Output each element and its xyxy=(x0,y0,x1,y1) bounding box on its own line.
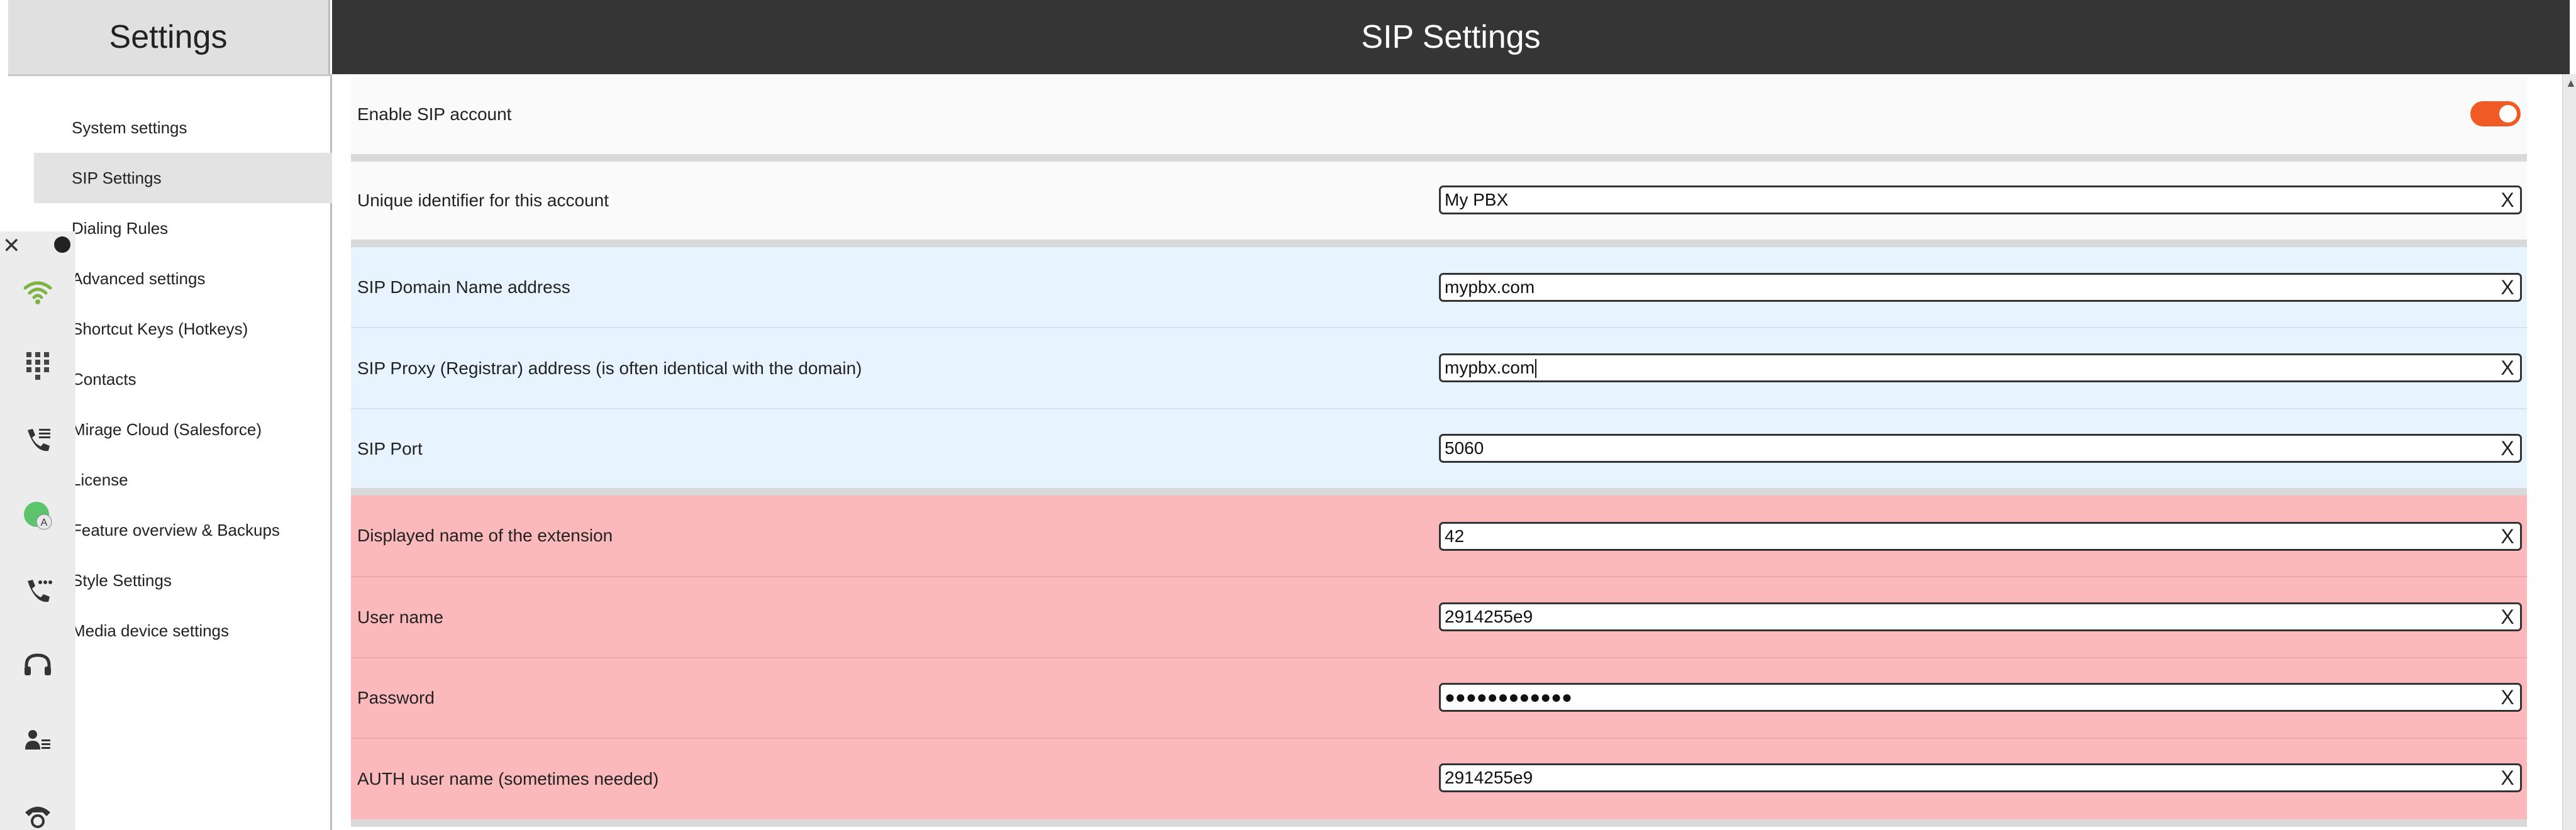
enable-sip-row: Enable SIP account xyxy=(351,74,2527,154)
clear-icon[interactable]: X xyxy=(2495,525,2520,548)
sip-proxy-label: SIP Proxy (Registrar) address (is often … xyxy=(357,358,862,378)
sip-domain-input[interactable]: mypbx.com X xyxy=(1439,273,2522,302)
clear-icon[interactable]: X xyxy=(2495,357,2520,380)
sip-proxy-value: mypbx.com xyxy=(1445,357,1535,377)
nav-item-media-device-settings[interactable]: Media device settings xyxy=(34,606,332,656)
displayed-name-value: 42 xyxy=(1445,526,1465,546)
toggle-knob xyxy=(2499,105,2517,123)
headset-icon[interactable] xyxy=(21,649,54,682)
nav-item-contacts[interactable]: Contacts xyxy=(34,354,332,404)
nav-item-feature-overview[interactable]: Feature overview & Backups xyxy=(34,505,332,555)
auth-user-name-label: AUTH user name (sometimes needed) xyxy=(357,769,659,788)
displayed-name-input[interactable]: 42 X xyxy=(1439,522,2522,551)
unique-identifier-label: Unique identifier for this account xyxy=(357,191,609,210)
enable-sip-toggle[interactable] xyxy=(2470,101,2521,126)
password-input[interactable]: ●●●●●●●●●●●● X xyxy=(1439,683,2522,712)
nav-item-mirage-cloud[interactable]: Mirage Cloud (Salesforce) xyxy=(34,404,332,455)
sip-port-value: 5060 xyxy=(1445,438,1484,458)
drag-handle-icon[interactable] xyxy=(54,236,70,253)
text-cursor xyxy=(1535,359,1537,379)
sip-port-input[interactable]: 5060 X xyxy=(1439,434,2522,463)
auth-user-name-value: 2914255e9 xyxy=(1445,768,1533,787)
user-name-label: User name xyxy=(357,607,443,627)
phone-icon-bar: ✕ A xyxy=(0,231,75,830)
sip-domain-label: SIP Domain Name address xyxy=(357,277,570,297)
nav-item-sip-settings[interactable]: SIP Settings xyxy=(34,153,332,203)
unique-identifier-value: My PBX xyxy=(1445,190,1509,209)
sip-domain-value: mypbx.com xyxy=(1445,277,1535,297)
nav-item-style-settings[interactable]: Style Settings xyxy=(34,555,332,606)
call-list-icon[interactable] xyxy=(21,424,54,456)
scroll-up-icon[interactable]: ▲ xyxy=(2565,77,2576,90)
section-divider xyxy=(351,240,2527,247)
section-divider xyxy=(351,819,2527,827)
phone-settings-icon[interactable] xyxy=(21,797,54,830)
nav-item-dialing-rules[interactable]: Dialing Rules xyxy=(34,203,332,253)
displayed-name-label: Displayed name of the extension xyxy=(357,526,613,545)
avatar-status-icon[interactable]: A xyxy=(21,499,54,532)
settings-title: Settings xyxy=(8,0,330,74)
sip-proxy-input[interactable]: mypbx.com X xyxy=(1439,353,2522,382)
close-icon[interactable]: ✕ xyxy=(3,235,21,257)
dialpad-icon[interactable] xyxy=(21,348,54,381)
password-value: ●●●●●●●●●●●● xyxy=(1445,687,1572,707)
clear-icon[interactable]: X xyxy=(2495,437,2520,460)
unique-identifier-input[interactable]: My PBX X xyxy=(1439,185,2522,214)
phone-dots-icon[interactable] xyxy=(21,575,54,607)
page-title: SIP Settings xyxy=(332,0,2570,74)
nav-item-advanced-settings[interactable]: Advanced settings xyxy=(34,253,332,304)
clear-icon[interactable]: X xyxy=(2495,766,2520,790)
user-name-value: 2914255e9 xyxy=(1445,607,1533,626)
vertical-scrollbar[interactable]: ▲ xyxy=(2562,74,2576,830)
svg-text:A: A xyxy=(41,517,48,528)
sip-port-label: SIP Port xyxy=(357,438,423,458)
section-divider xyxy=(351,488,2527,495)
clear-icon[interactable]: X xyxy=(2495,686,2520,709)
nav-item-system-settings[interactable]: System settings xyxy=(34,102,332,153)
auth-user-name-input[interactable]: 2914255e9 X xyxy=(1439,763,2522,792)
section-divider xyxy=(351,154,2527,162)
nav-item-shortcut-keys[interactable]: Shortcut Keys (Hotkeys) xyxy=(34,304,332,354)
wifi-icon[interactable] xyxy=(21,275,54,308)
password-label: Password xyxy=(357,688,435,707)
contact-list-icon[interactable] xyxy=(21,724,54,757)
clear-icon[interactable]: X xyxy=(2495,189,2520,212)
user-name-input[interactable]: 2914255e9 X xyxy=(1439,602,2522,631)
enable-sip-label: Enable SIP account xyxy=(357,104,512,124)
clear-icon[interactable]: X xyxy=(2495,276,2520,299)
clear-icon[interactable]: X xyxy=(2495,606,2520,629)
nav-item-license[interactable]: License xyxy=(34,455,332,505)
